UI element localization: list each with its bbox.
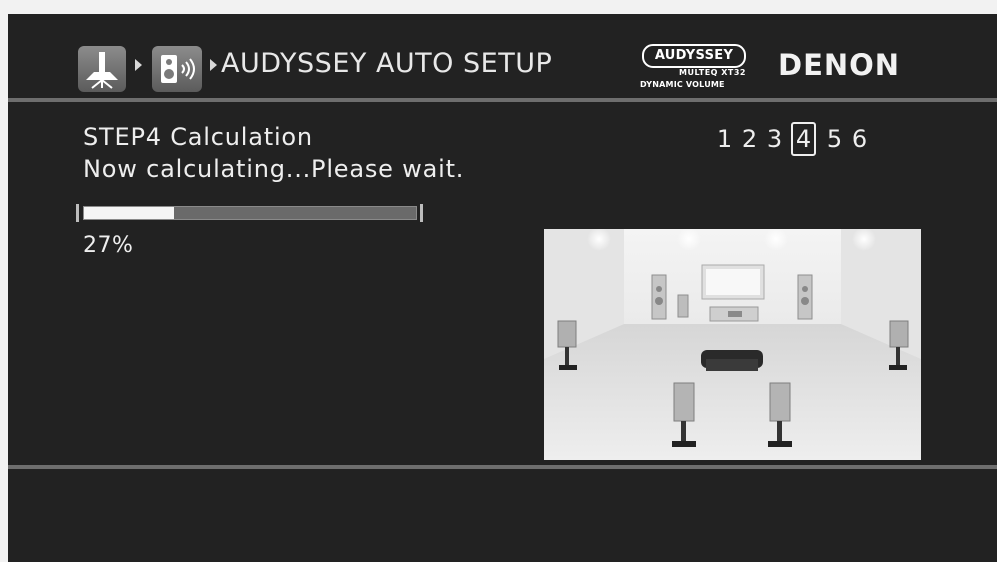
- progress-fill: [84, 207, 174, 219]
- step-title: STEP4 Calculation: [83, 123, 313, 151]
- audyssey-logo-line1: MULTEQ XT32: [679, 68, 746, 77]
- audyssey-logo-name: AUDYSSEY: [642, 44, 746, 68]
- speaker-room-illustration: [544, 229, 921, 460]
- footer-divider: [8, 465, 997, 469]
- speaker-icon: [152, 46, 202, 92]
- breadcrumb-arrow-icon: [210, 59, 217, 71]
- header: AUDYSSEY AUTO SETUP AUDYSSEY MULTEQ XT32…: [8, 14, 997, 100]
- step-6: 6: [851, 125, 868, 153]
- audyssey-logo-line2: DYNAMIC VOLUME: [640, 80, 725, 89]
- page-title: AUDYSSEY AUTO SETUP: [221, 48, 553, 79]
- step-5: 5: [826, 125, 843, 153]
- step-3: 3: [766, 125, 783, 153]
- header-divider: [8, 98, 997, 102]
- progress-percent: 27%: [83, 233, 134, 258]
- screen: AUDYSSEY AUTO SETUP AUDYSSEY MULTEQ XT32…: [8, 14, 997, 562]
- progress-cap-right: [420, 204, 423, 222]
- audyssey-logo: AUDYSSEY MULTEQ XT32 DYNAMIC VOLUME: [638, 42, 750, 92]
- step-4: 4: [791, 122, 816, 156]
- step-2: 2: [741, 125, 758, 153]
- progress-bar: [76, 204, 423, 222]
- step-1: 1: [716, 125, 733, 153]
- breadcrumb-arrow-icon: [135, 59, 142, 71]
- progress-track: [83, 206, 417, 220]
- brand-logo: DENON: [778, 48, 901, 82]
- step-indicator: 123456: [712, 122, 872, 156]
- step-message: Now calculating...Please wait.: [83, 155, 465, 183]
- setup-icon: [78, 46, 126, 92]
- progress-cap-left: [76, 204, 79, 222]
